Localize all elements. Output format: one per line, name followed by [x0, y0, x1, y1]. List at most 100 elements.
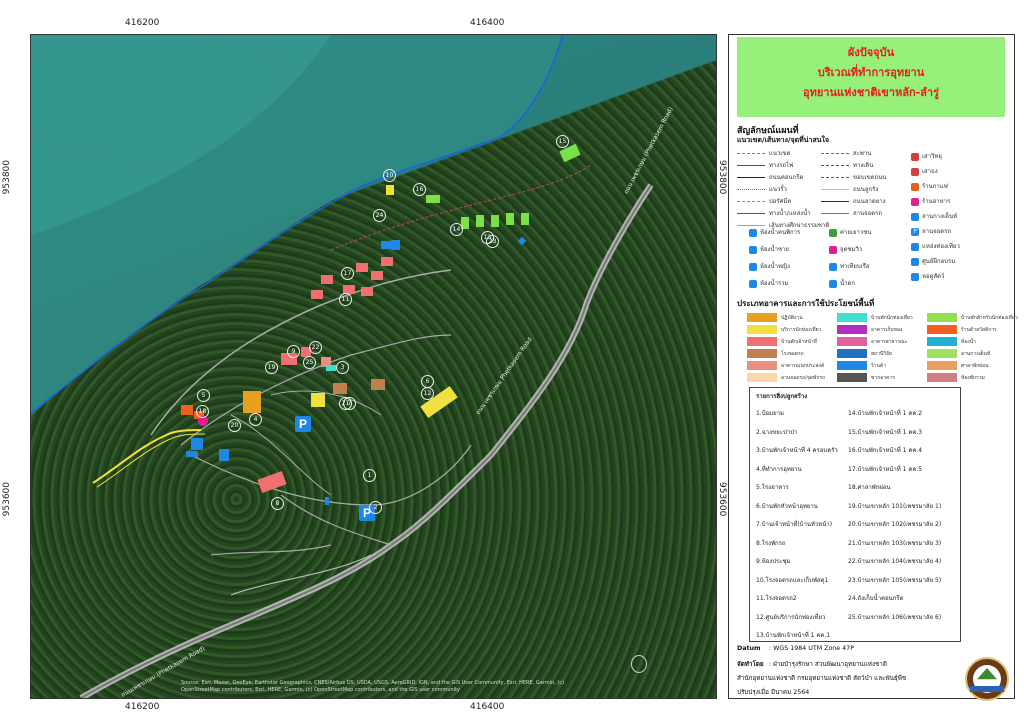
- legend-point-item: ลานกางเต็นท์: [911, 211, 957, 221]
- building-list-item: 7.บ้านเจ้าหน้าที่(บ้านหัวหน้า): [756, 521, 833, 528]
- building-list-item: 15.บ้านพักเจ้าหน้าที่ 1 คค.3: [848, 428, 923, 436]
- building-type-label: บ้านพักนักท่องเที่ยว: [871, 315, 913, 321]
- legend-line-item: ถนนลูกรัง: [821, 184, 878, 194]
- tower-icon: [911, 272, 919, 281]
- legend-point-label: แหล่งท่องเที่ยว: [922, 243, 960, 250]
- building-list-item: 2.ฉางขยะป่าป่า: [756, 428, 798, 436]
- legend-line-label: แนวเขต: [769, 150, 791, 157]
- made-by-label: จัดทำโดย: [737, 661, 764, 668]
- y-tick-right-1: 953800: [717, 160, 727, 195]
- legend-point-label: ค่ายเยาวชน: [840, 229, 872, 236]
- building-type-swatch: [927, 361, 957, 370]
- legend-line-swatch: [821, 189, 849, 190]
- building-type-swatch: [927, 325, 957, 334]
- legend-line-label: ขอบเขตถนน: [853, 174, 887, 181]
- legend-point-item: เสาธง: [911, 166, 938, 176]
- legend-point-label: ศูนย์ฝึกอบรม: [922, 258, 956, 265]
- site-number: 25: [303, 356, 316, 369]
- site-number: 22: [309, 341, 322, 354]
- train-icon: [911, 257, 919, 266]
- legend-point-item: น้ำตก: [829, 278, 855, 288]
- x-tick-top-1: 416200: [125, 18, 160, 28]
- flag-icon: [911, 167, 919, 176]
- building-type-swatch: [837, 313, 867, 322]
- site-number: 21: [339, 397, 352, 410]
- legend-line-label: ถนนลูกรัง: [853, 186, 879, 193]
- food-icon: [911, 197, 919, 206]
- satellite-map[interactable]: P P 1 2 3 4 5 6 7 8 9 10 11 12 13 14 15 …: [30, 34, 717, 699]
- legend-subheading: แนวเขต/เส้นทาง/จุดที่น่าสนใจ: [737, 136, 830, 144]
- map-attribution: Source: Esri, Maxar, GeoEye, Earthstar G…: [181, 680, 565, 693]
- compass-icon: [631, 655, 647, 673]
- building-type-label: ร้านค้าสวัสดิการ: [961, 327, 997, 333]
- building-list-item: 23.บ้านเขาหลัก 105(เพชรมาลัย 5): [848, 576, 942, 584]
- site-number: 12: [421, 387, 434, 400]
- building-type-label: ห้องพักรวม: [961, 375, 985, 381]
- legend-line-label: ทางน้ำ/แหล่งน้ำ: [769, 210, 811, 217]
- buildings-heading: ประเภทอาคารและการใช้ประโยชน์พื้นที่: [737, 299, 875, 308]
- site-number: 4: [249, 413, 262, 426]
- legend-point-label: ลานจอดรถ: [922, 228, 952, 235]
- national-park-emblem: [965, 657, 1009, 701]
- building-type-label: ลานกางเต็นท์: [961, 351, 991, 357]
- building-list-item: 4.ที่ทำการอุทยาน: [756, 465, 802, 473]
- datum-value: : WGS 1984 UTM Zone 47P: [769, 645, 854, 652]
- legend-panel: ผังปัจจุบัน บริเวณที่ทำการอุทยาน อุทยานแ…: [728, 34, 1018, 701]
- title-line-2: บริเวณที่ทำการอุทยาน: [817, 66, 925, 79]
- building-list-item: 12.ศูนย์บริการนักท่องเที่ยว: [756, 613, 826, 621]
- building-type-label: ลานจอดรถ/จุดพักรถ: [781, 375, 826, 381]
- legend-line-swatch: [737, 213, 765, 214]
- building-type-label: บริการนักท่องเที่ยว: [781, 327, 822, 333]
- site-number: 20: [228, 419, 241, 432]
- building-list-item: 17.บ้านพักเจ้าหน้าที่ 1 คค.5: [848, 465, 923, 473]
- building-type-label: บ้านพักสำหรับนักท่องเที่ยว: [961, 315, 1018, 321]
- x-tick-bottom-2: 416400: [470, 702, 505, 712]
- legend-line-item: ขอบเขตถนน: [821, 172, 886, 182]
- legend-point-label: ห้องน้ำชาย: [760, 246, 789, 253]
- building-list-item: 25.บ้านเขาหลัก 106(เพชรมาลัย 6): [848, 613, 942, 621]
- building-list-item: 21.บ้านเขาหลัก 103(เพชรมาลัย 3): [848, 539, 942, 547]
- building-type-swatch: [927, 313, 957, 322]
- legend-line-swatch: [821, 213, 849, 214]
- legend-line-item: ทางน้ำ/แหล่งน้ำ: [737, 208, 811, 218]
- building-type-swatch: [837, 337, 867, 346]
- updated-text: ปรับปรุงเมื่อ มีนาคม 2564: [737, 689, 810, 696]
- map-overlay: [31, 35, 654, 698]
- site-number: 24: [373, 209, 386, 222]
- site-number: 18: [196, 405, 209, 418]
- building-type-swatch: [927, 373, 957, 382]
- legend-point-label: ลานกางเต็นท์: [922, 213, 958, 220]
- legend-line-swatch: [737, 165, 765, 166]
- legend-line-item: บ่อรัศมีต: [737, 196, 791, 206]
- legend-line-swatch: [737, 189, 765, 190]
- legend-point-item: จุดชมวิว: [829, 244, 862, 254]
- site-number: 19: [265, 361, 278, 374]
- site-number: 5: [197, 389, 210, 402]
- legend-line-swatch: [737, 225, 765, 226]
- legend-point-item: แหล่งท่องเที่ยว: [911, 241, 960, 251]
- legend-line-swatch: [821, 153, 849, 154]
- building-type-label: ร้านค้า: [871, 363, 887, 369]
- legend-point-item: ห้องน้ำชาย: [749, 244, 789, 254]
- P-icon: P: [911, 227, 919, 236]
- parking-icon[interactable]: P: [295, 416, 311, 432]
- building-type-label: อาคารสาธารณะ: [871, 339, 908, 345]
- legend-line-item: ถนนลาดยาง: [821, 196, 886, 206]
- building-list-item: 8.โรงพักรถ: [756, 539, 786, 547]
- building-type-swatch: [747, 337, 777, 346]
- legend-line-swatch: [737, 201, 765, 202]
- legend-point-item: ร้านอาหาร: [911, 196, 950, 206]
- legend-line-item: ทางเดิน: [821, 160, 873, 170]
- title-line-1: ผังปัจจุบัน: [847, 46, 895, 59]
- legend-line-label: บ่อรัศมีต: [769, 198, 792, 205]
- legend-point-item: ห้องน้ำคนพิการ: [749, 227, 800, 237]
- building-type-swatch: [927, 349, 957, 358]
- legend-line-item: ทางรถไฟ: [737, 160, 793, 170]
- site-number: 15: [556, 135, 569, 148]
- made-by-value: : ฝ่ายบำรุงรักษา ส่วนพัฒนาอุทยานแห่งชาติ: [769, 661, 887, 668]
- legend-point-label: ห้องน้ำหญิง: [760, 263, 790, 270]
- legend-line-label: ทางเดิน: [853, 162, 874, 169]
- x-tick-top-2: 416400: [470, 18, 505, 28]
- map-sheet: 416200 416400 416200 416400 953800 95360…: [0, 0, 1024, 724]
- legend-line-item: ถนนคอนกรีต: [737, 172, 803, 182]
